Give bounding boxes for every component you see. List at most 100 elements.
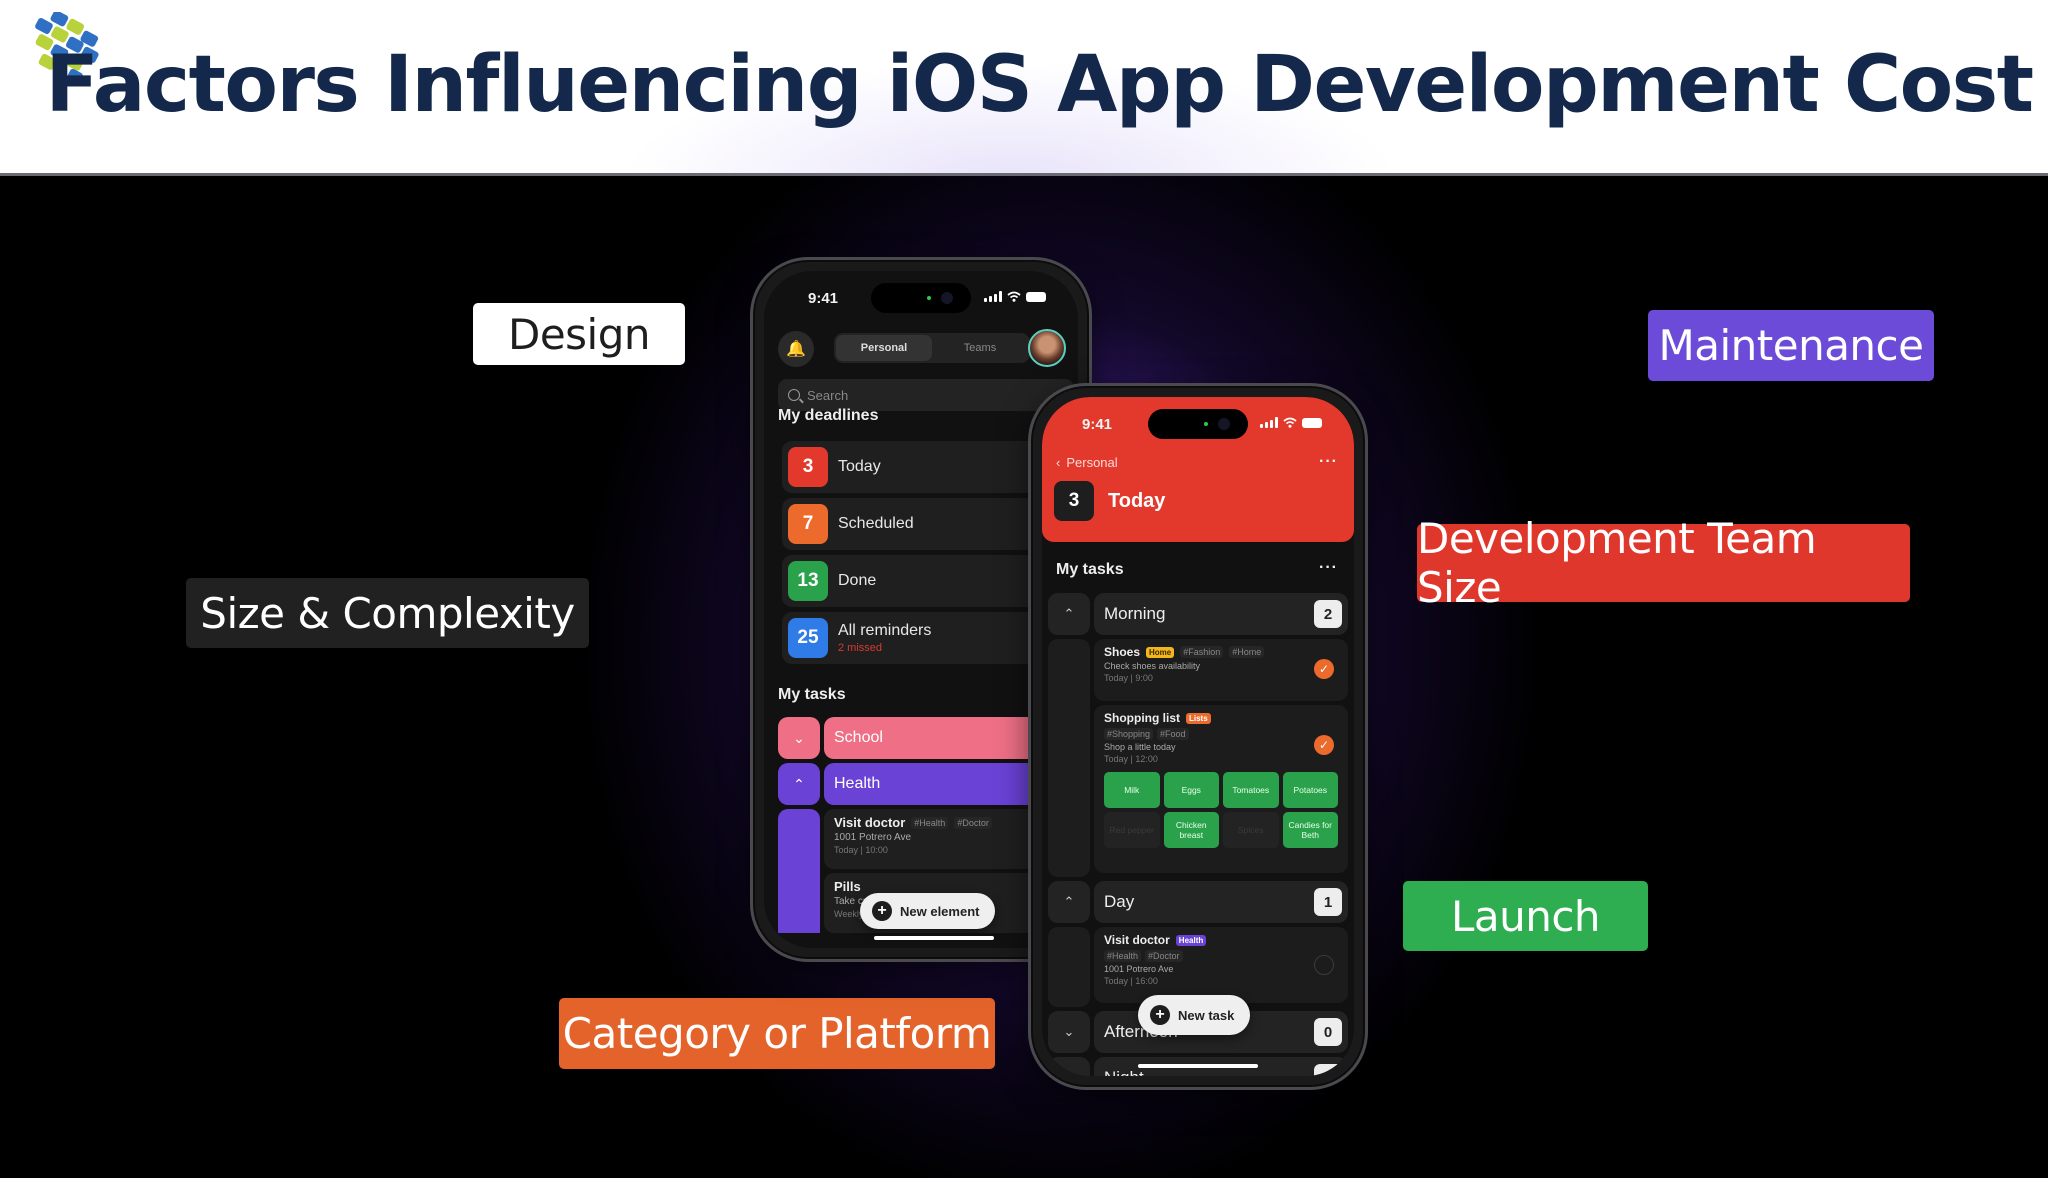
task-title: Visit doctor: [834, 815, 906, 830]
status-time: 9:41: [1082, 416, 1113, 433]
chevron-up-icon[interactable]: ⌃: [1048, 881, 1090, 923]
missed-count: 2 missed: [838, 642, 883, 654]
task-card[interactable]: Visit doctor Health #Health #Doctor 1001…: [1094, 927, 1348, 1003]
new-task-button[interactable]: + New task: [1138, 995, 1251, 1035]
tab-personal[interactable]: Personal: [836, 335, 932, 361]
tasks-heading: My tasks: [778, 686, 846, 703]
new-task-label: New task: [1178, 1007, 1235, 1023]
tab-teams[interactable]: Teams: [932, 335, 1028, 361]
signal-icon: [1260, 417, 1278, 428]
battery-icon: [1302, 417, 1322, 428]
deadline-count: 7: [788, 504, 828, 544]
group-count: 1: [1314, 888, 1342, 916]
task-title: Visit doctor: [1104, 933, 1170, 947]
shopping-chip[interactable]: Red pepper: [1104, 812, 1160, 848]
task-title: Shoes: [1104, 645, 1141, 659]
signal-icon: [984, 291, 1002, 302]
factor-maintenance: Maintenance: [1648, 310, 1934, 381]
factor-size-complexity: Size & Complexity: [186, 578, 589, 648]
phone-right-screen: 9:41 ‹ Personal ··· 3 Today My tasks ···: [1042, 397, 1354, 1076]
shopping-chip[interactable]: Eggs: [1163, 772, 1219, 808]
shopping-chip[interactable]: Chicken breast: [1163, 812, 1219, 848]
status-icons: [984, 291, 1046, 302]
shopping-chip[interactable]: Tomatoes: [1223, 772, 1279, 808]
shopping-chip[interactable]: Milk: [1104, 772, 1160, 808]
page-title: Factors Influencing iOS App Development …: [45, 40, 2034, 130]
more-icon[interactable]: ···: [1319, 453, 1338, 471]
task-line: 1001 Potrero Ave: [1104, 964, 1174, 974]
plus-icon: +: [1150, 1005, 1170, 1025]
task-title: Shopping list: [1104, 711, 1180, 725]
deadline-label: Today: [838, 458, 881, 475]
battery-icon: [1026, 291, 1046, 302]
task-meta: Today | 12:00: [1104, 754, 1158, 764]
task-meta: Today | 16:00: [1104, 976, 1158, 986]
checkbox-empty-icon[interactable]: [1314, 955, 1334, 975]
status-icons: [1260, 417, 1322, 428]
factor-launch: Launch: [1403, 881, 1648, 951]
deadline-label: Scheduled: [838, 515, 914, 532]
tasks-heading: My tasks: [1056, 561, 1124, 578]
wifi-icon: [1007, 291, 1021, 302]
task-tag: #Home: [1229, 646, 1265, 658]
chevron-down-icon[interactable]: ⌄: [778, 717, 820, 759]
deadline-count: 13: [788, 561, 828, 601]
group-side: [1048, 927, 1090, 1007]
shopping-chip[interactable]: Potatoes: [1282, 772, 1338, 808]
home-indicator: [874, 936, 994, 940]
factor-category-platform: Category or Platform: [559, 998, 995, 1069]
plus-icon: +: [872, 901, 892, 921]
dynamic-island: [871, 283, 971, 313]
chevron-down-icon[interactable]: ⌄: [1048, 1057, 1090, 1076]
deadline-label: All reminders: [838, 622, 932, 639]
group-count: 0: [1314, 1064, 1342, 1076]
task-line: Shop a little today: [1104, 742, 1176, 752]
new-element-label: New element: [900, 903, 980, 919]
task-tag: #Fashion: [1180, 646, 1224, 658]
chevron-up-icon[interactable]: ⌃: [778, 763, 820, 805]
back-label: Personal: [1066, 455, 1118, 470]
task-line: Check shoes availability: [1104, 661, 1201, 671]
today-title: Today: [1108, 489, 1166, 512]
chevron-up-icon[interactable]: ⌃: [1048, 593, 1090, 635]
deadline-count: 3: [788, 447, 828, 487]
task-tag: #Health: [911, 816, 949, 829]
shopping-chip[interactable]: Candies for Beth: [1282, 812, 1338, 848]
avatar[interactable]: [1028, 329, 1066, 367]
group-day[interactable]: ⌃ Day 1: [1048, 881, 1348, 923]
task-tag: #Doctor: [954, 816, 992, 829]
new-element-button[interactable]: + New element: [860, 893, 996, 929]
group-side: [1048, 639, 1090, 877]
segmented-control: Personal Teams: [834, 333, 1030, 363]
task-card[interactable]: Shopping list Lists #Shopping #Food Shop…: [1094, 705, 1348, 873]
back-button[interactable]: ‹ Personal: [1056, 455, 1118, 470]
wifi-icon: [1283, 417, 1297, 428]
dynamic-island: [1148, 409, 1248, 439]
group-count: 2: [1314, 600, 1342, 628]
group-label: Morning: [1104, 604, 1166, 623]
shopping-chip[interactable]: Spices: [1223, 812, 1279, 848]
group-label: Day: [1104, 892, 1135, 911]
chevron-left-icon: ‹: [1056, 455, 1061, 470]
task-tag: #Doctor: [1145, 950, 1183, 962]
shopping-items: Milk Eggs Tomatoes Potatoes Red pepper C…: [1104, 772, 1338, 848]
task-title: Pills: [834, 879, 861, 894]
status-time: 9:41: [808, 290, 839, 307]
group-morning[interactable]: ⌃ Morning 2: [1048, 593, 1348, 635]
hero-stage: Design Size & Complexity Maintenance Dev…: [0, 176, 2048, 1178]
task-tag: #Health: [1104, 950, 1142, 962]
deadline-label: Done: [838, 572, 877, 589]
task-card[interactable]: Shoes Home #Fashion #Home Check shoes av…: [1094, 639, 1348, 701]
phone-right: 9:41 ‹ Personal ··· 3 Today My tasks ···: [1028, 383, 1368, 1090]
factor-dev-team-size: Development Team Size: [1417, 514, 1910, 612]
factor-design: Design: [473, 303, 685, 365]
group-count: 0: [1314, 1018, 1342, 1046]
today-count: 3: [1054, 481, 1094, 521]
task-pill: Home: [1146, 646, 1175, 658]
checkmark-icon[interactable]: ✓: [1314, 735, 1334, 755]
more-icon[interactable]: ···: [1319, 559, 1338, 577]
task-tag: #Food: [1157, 728, 1189, 740]
chevron-down-icon[interactable]: ⌄: [1048, 1011, 1090, 1053]
bell-icon[interactable]: 🔔: [778, 331, 814, 367]
checkmark-icon[interactable]: ✓: [1314, 659, 1334, 679]
